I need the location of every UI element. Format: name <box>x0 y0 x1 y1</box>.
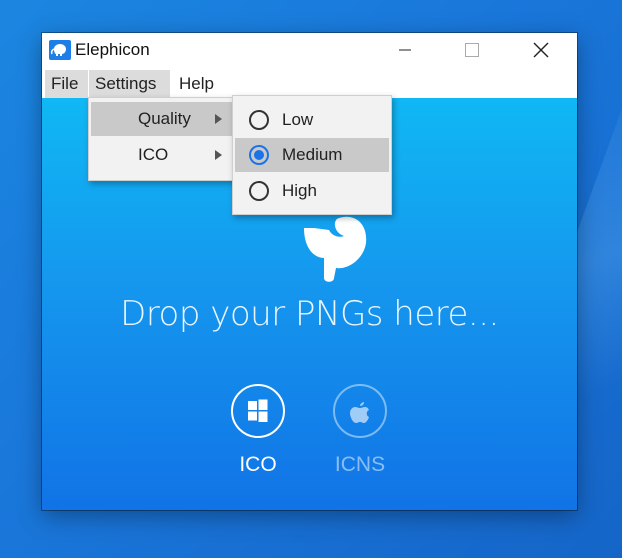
maximize-button[interactable] <box>449 33 495 67</box>
ico-label: ICO <box>239 453 277 476</box>
ico-format-button[interactable] <box>231 384 285 438</box>
radio-high[interactable] <box>249 181 269 201</box>
title-bar[interactable]: Elephicon <box>42 33 577 67</box>
elephant-app-icon <box>49 40 71 60</box>
settings-menu: Quality ICO <box>88 97 236 181</box>
quality-option-medium[interactable]: Medium <box>235 138 389 172</box>
maximize-icon <box>465 43 479 57</box>
menu-item-ico-label: ICO <box>138 145 169 164</box>
close-button[interactable] <box>518 33 564 67</box>
minimize-button[interactable] <box>382 33 428 67</box>
radio-low[interactable] <box>249 110 269 130</box>
icns-format-button[interactable] <box>333 384 387 438</box>
menu-help[interactable]: Help <box>173 70 220 98</box>
apple-icon <box>350 402 369 423</box>
quality-submenu: Low Medium High <box>232 95 392 215</box>
quality-option-medium-label: Medium <box>282 145 343 164</box>
quality-option-high-label: High <box>282 181 317 200</box>
menu-item-ico[interactable]: ICO <box>91 138 233 172</box>
icns-label: ICNS <box>334 453 386 476</box>
menu-settings[interactable]: Settings <box>89 70 170 98</box>
menu-item-quality-label: Quality <box>138 109 191 128</box>
radio-medium[interactable] <box>249 145 269 165</box>
minimize-icon <box>399 49 411 51</box>
quality-option-high[interactable]: High <box>235 174 389 208</box>
menu-item-quality[interactable]: Quality <box>91 102 233 136</box>
elephant-logo-icon <box>294 208 374 288</box>
quality-option-low-label: Low <box>282 110 314 129</box>
window-title: Elephicon <box>75 40 150 59</box>
submenu-arrow-icon <box>215 150 222 160</box>
submenu-arrow-icon <box>215 114 222 124</box>
windows-icon <box>248 399 268 422</box>
close-icon <box>533 42 549 58</box>
menu-file[interactable]: File <box>45 70 88 98</box>
quality-option-low[interactable]: Low <box>235 103 389 137</box>
drop-instructions: Drop your PNGs here... <box>120 294 499 334</box>
